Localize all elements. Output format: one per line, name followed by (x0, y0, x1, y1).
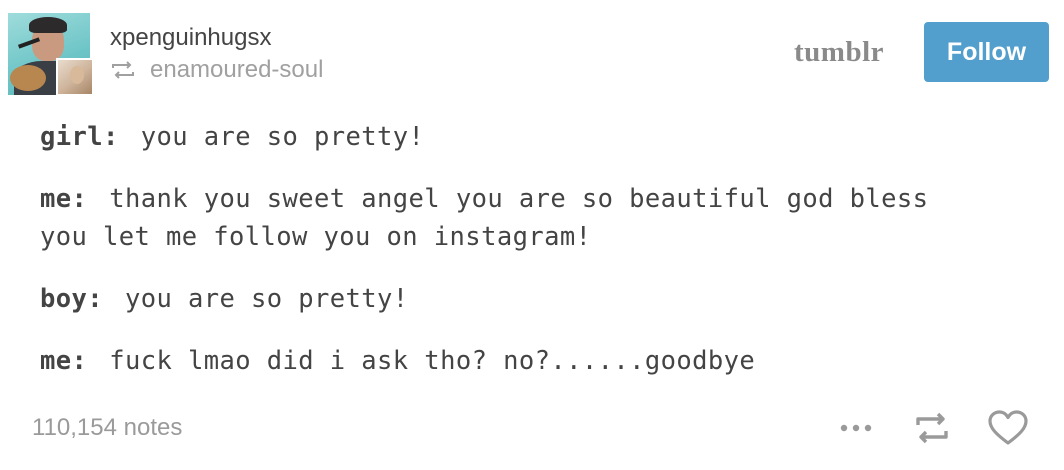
dialogue-text: you let me follow you on instagram! (40, 222, 592, 252)
tumblr-logo[interactable]: tumblr (794, 36, 884, 69)
post-body: girl: you are so pretty! me: thank you swe… (40, 118, 1030, 404)
reblog-icon (112, 61, 134, 79)
dialogue-entry: girl: you are so pretty! (40, 118, 1030, 156)
dialogue-entry: boy: you are so pretty! (40, 280, 1030, 318)
reblog-source-name[interactable]: enamoured-soul (150, 56, 323, 84)
speaker-label: me: (40, 346, 88, 376)
dialogue-text: fuck lmao did i ask tho? no?......goodby… (109, 346, 756, 376)
heart-icon[interactable] (986, 408, 1030, 448)
more-icon[interactable] (834, 408, 878, 448)
reblog-source: enamoured-soul (110, 56, 323, 84)
reblog-action-icon[interactable] (910, 408, 954, 448)
dialogue-text: thank you sweet angel you are so beautif… (109, 184, 929, 214)
dialogue-entry: me: fuck lmao did i ask tho? no?......goo… (40, 342, 1030, 380)
notes-count[interactable]: 110,154 notes (32, 414, 182, 442)
dialogue-entry: me: thank you sweet angel you are so beau… (40, 180, 1030, 256)
follow-button[interactable]: Follow (924, 22, 1049, 82)
speaker-label: boy: (40, 284, 104, 314)
speaker-label: me: (40, 184, 88, 214)
avatar-guitar (10, 65, 46, 91)
dialogue-text: you are so pretty! (125, 284, 409, 314)
dialogue-text: you are so pretty! (140, 122, 425, 152)
speaker-label: girl: (40, 122, 119, 152)
post-username[interactable]: xpenguinhugsx (110, 24, 271, 52)
avatar-hair (29, 17, 67, 33)
reblog-source-avatar[interactable] (56, 58, 94, 96)
source-avatar-face (70, 66, 84, 84)
